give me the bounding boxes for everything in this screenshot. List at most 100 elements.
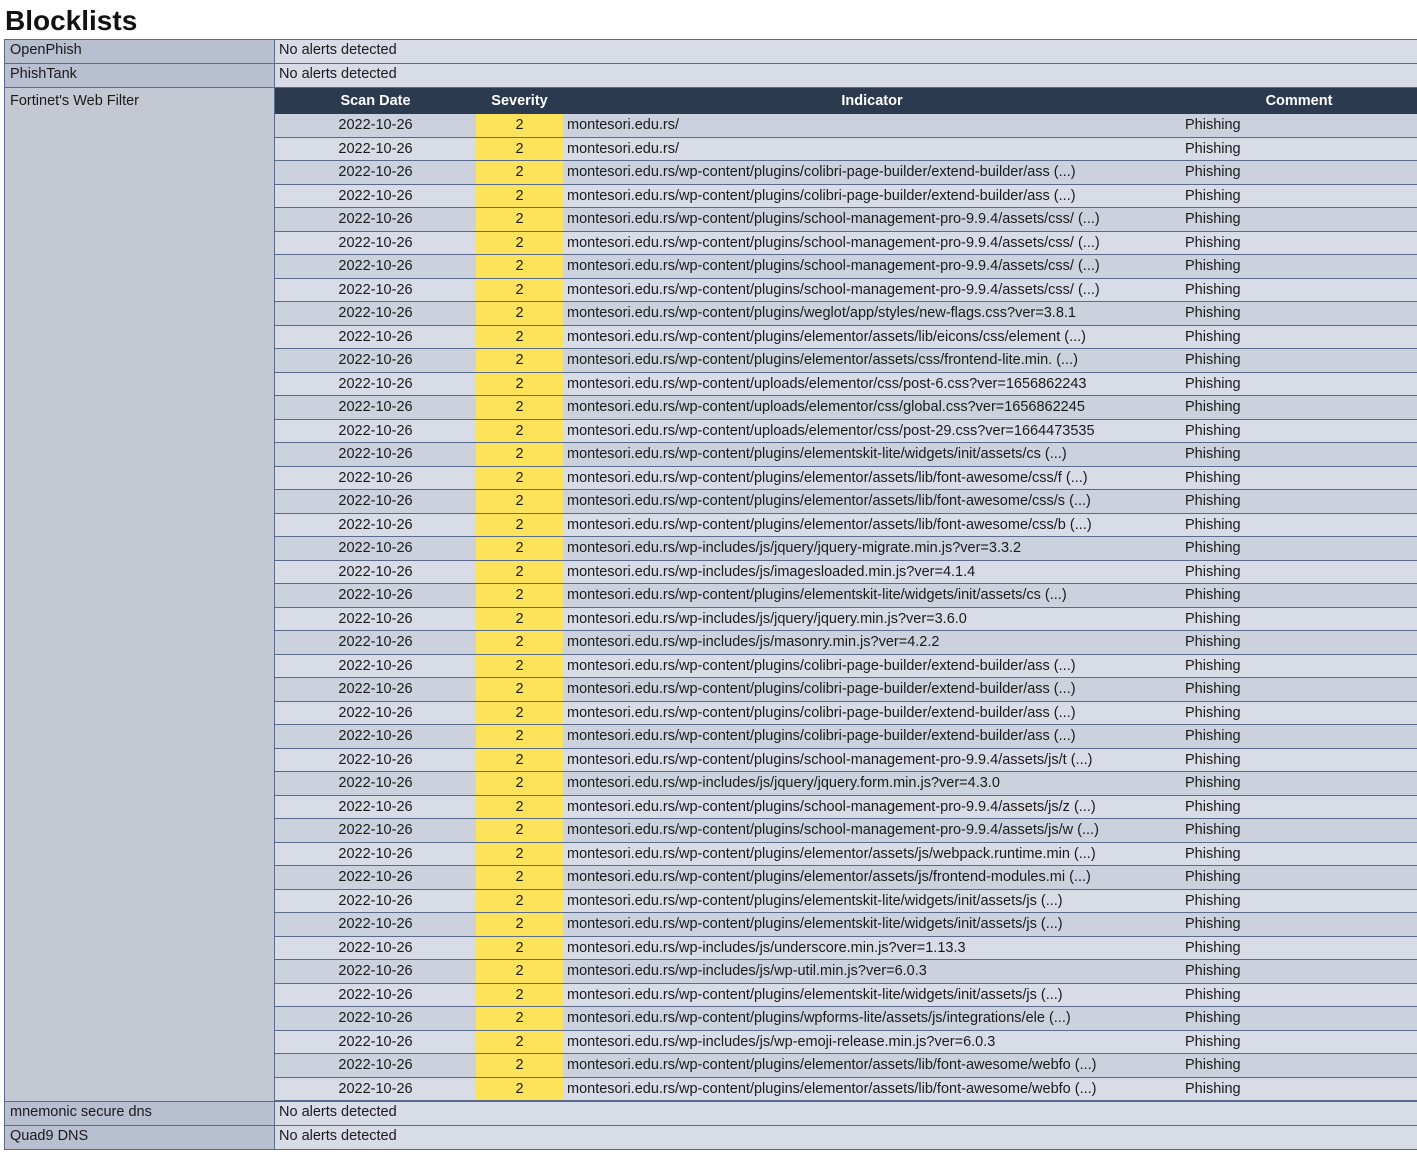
severity-cell: 2 xyxy=(476,842,563,866)
severity-cell: 2 xyxy=(476,536,563,561)
severity-cell: 2 xyxy=(476,442,563,467)
scan-date-cell: 2022-10-26 xyxy=(275,137,476,161)
column-header-severity[interactable]: Severity xyxy=(476,88,563,114)
severity-cell: 2 xyxy=(476,372,563,396)
table-row: 2022-10-26 2 montesori.edu.rs/wp-content/p… xyxy=(275,795,1417,819)
table-row: 2022-10-26 2 montesori.edu.rs/wp-includes/… xyxy=(275,771,1417,796)
source-row-openphish: OpenPhish No alerts detected xyxy=(4,39,1417,64)
scan-date-cell: 2022-10-26 xyxy=(275,207,476,232)
scan-date-cell: 2022-10-26 xyxy=(275,231,476,255)
indicator-cell: montesori.edu.rs/wp-content/plugins/coli… xyxy=(563,724,1181,749)
severity-cell: 2 xyxy=(476,583,563,608)
table-row: 2022-10-26 2 montesori.edu.rs/wp-content/p… xyxy=(275,1077,1417,1101)
severity-cell: 2 xyxy=(476,160,563,185)
severity-cell: 2 xyxy=(476,301,563,326)
source-name: Quad9 DNS xyxy=(4,1125,275,1150)
scan-date-cell: 2022-10-26 xyxy=(275,724,476,749)
comment-cell: Phishing xyxy=(1181,724,1417,749)
comment-cell: Phishing xyxy=(1181,536,1417,561)
severity-cell: 2 xyxy=(476,114,563,138)
scan-date-cell: 2022-10-26 xyxy=(275,795,476,819)
severity-cell: 2 xyxy=(476,912,563,937)
indicator-cell: montesori.edu.rs/wp-content/plugins/wegl… xyxy=(563,301,1181,326)
severity-cell: 2 xyxy=(476,1030,563,1054)
scan-date-cell: 2022-10-26 xyxy=(275,1006,476,1031)
table-row: 2022-10-26 2 montesori.edu.rs/wp-content/p… xyxy=(275,724,1417,749)
source-name: OpenPhish xyxy=(4,39,275,64)
indicator-cell: montesori.edu.rs/wp-content/plugins/elem… xyxy=(563,889,1181,913)
severity-cell: 2 xyxy=(476,207,563,232)
table-row: 2022-10-26 2 montesori.edu.rs/wp-includes/… xyxy=(275,607,1417,631)
table-row: 2022-10-26 2 montesori.edu.rs/wp-content/u… xyxy=(275,419,1417,443)
scan-date-cell: 2022-10-26 xyxy=(275,818,476,843)
comment-cell: Phishing xyxy=(1181,842,1417,866)
comment-cell: Phishing xyxy=(1181,630,1417,655)
severity-cell: 2 xyxy=(476,818,563,843)
table-row: 2022-10-26 2 montesori.edu.rs/wp-content/p… xyxy=(275,466,1417,490)
comment-cell: Phishing xyxy=(1181,513,1417,537)
table-row: 2022-10-26 2 montesori.edu.rs/wp-content/p… xyxy=(275,513,1417,537)
scan-date-cell: 2022-10-26 xyxy=(275,842,476,866)
scan-date-cell: 2022-10-26 xyxy=(275,865,476,890)
scan-date-cell: 2022-10-26 xyxy=(275,1077,476,1101)
severity-cell: 2 xyxy=(476,513,563,537)
severity-cell: 2 xyxy=(476,654,563,678)
table-row: 2022-10-26 2 montesori.edu.rs/wp-content/p… xyxy=(275,818,1417,843)
indicator-cell: montesori.edu.rs/wp-includes/js/jquery/j… xyxy=(563,607,1181,631)
table-row: 2022-10-26 2 montesori.edu.rs/wp-content/p… xyxy=(275,654,1417,678)
indicator-cell: montesori.edu.rs/wp-content/uploads/elem… xyxy=(563,372,1181,396)
severity-cell: 2 xyxy=(476,348,563,373)
comment-cell: Phishing xyxy=(1181,114,1417,138)
fortinet-results: Scan Date Severity Indicator Comment 202… xyxy=(274,87,1417,1102)
comment-cell: Phishing xyxy=(1181,959,1417,984)
scan-date-cell: 2022-10-26 xyxy=(275,959,476,984)
table-row: 2022-10-26 2 montesori.edu.rs/wp-content/p… xyxy=(275,748,1417,772)
indicator-cell: montesori.edu.rs/wp-content/uploads/elem… xyxy=(563,395,1181,420)
table-row: 2022-10-26 2 montesori.edu.rs/wp-content/p… xyxy=(275,348,1417,373)
scan-date-cell: 2022-10-26 xyxy=(275,348,476,373)
scan-date-cell: 2022-10-26 xyxy=(275,560,476,584)
table-row: 2022-10-26 2 montesori.edu.rs/wp-content/u… xyxy=(275,372,1417,396)
table-row: 2022-10-26 2 montesori.edu.rs/wp-includes/… xyxy=(275,959,1417,984)
scan-date-cell: 2022-10-26 xyxy=(275,1053,476,1078)
scan-date-cell: 2022-10-26 xyxy=(275,630,476,655)
column-header-scan-date[interactable]: Scan Date xyxy=(275,88,476,114)
comment-cell: Phishing xyxy=(1181,395,1417,420)
table-row: 2022-10-26 2 montesori.edu.rs/Phishing xyxy=(275,137,1417,161)
scan-date-cell: 2022-10-26 xyxy=(275,536,476,561)
indicator-cell: montesori.edu.rs/wp-content/plugins/coli… xyxy=(563,677,1181,702)
comment-cell: Phishing xyxy=(1181,936,1417,960)
severity-cell: 2 xyxy=(476,959,563,984)
source-row-phishtank: PhishTank No alerts detected xyxy=(4,63,1417,88)
indicator-cell: montesori.edu.rs/wp-content/plugins/wpfo… xyxy=(563,1006,1181,1031)
indicator-cell: montesori.edu.rs/wp-content/plugins/elem… xyxy=(563,1077,1181,1101)
comment-cell: Phishing xyxy=(1181,771,1417,796)
indicator-cell: montesori.edu.rs/wp-includes/js/undersco… xyxy=(563,936,1181,960)
comment-cell: Phishing xyxy=(1181,795,1417,819)
comment-cell: Phishing xyxy=(1181,160,1417,185)
comment-cell: Phishing xyxy=(1181,1006,1417,1031)
severity-cell: 2 xyxy=(476,983,563,1007)
comment-cell: Phishing xyxy=(1181,912,1417,937)
column-header-indicator[interactable]: Indicator xyxy=(563,88,1181,114)
scan-date-cell: 2022-10-26 xyxy=(275,278,476,302)
indicator-cell: montesori.edu.rs/wp-content/plugins/coli… xyxy=(563,160,1181,185)
indicator-cell: montesori.edu.rs/wp-includes/js/jquery/j… xyxy=(563,771,1181,796)
severity-cell: 2 xyxy=(476,489,563,514)
scan-date-cell: 2022-10-26 xyxy=(275,771,476,796)
table-row: 2022-10-26 2 montesori.edu.rs/wp-includes/… xyxy=(275,1030,1417,1054)
comment-cell: Phishing xyxy=(1181,1053,1417,1078)
indicator-cell: montesori.edu.rs/wp-includes/js/imageslo… xyxy=(563,560,1181,584)
table-row: 2022-10-26 2 montesori.edu.rs/wp-content/p… xyxy=(275,278,1417,302)
severity-cell: 2 xyxy=(476,184,563,208)
scan-date-cell: 2022-10-26 xyxy=(275,748,476,772)
column-header-comment[interactable]: Comment xyxy=(1181,88,1417,114)
scan-date-cell: 2022-10-26 xyxy=(275,442,476,467)
severity-cell: 2 xyxy=(476,936,563,960)
table-row: 2022-10-26 2 montesori.edu.rs/wp-content/p… xyxy=(275,325,1417,349)
severity-cell: 2 xyxy=(476,466,563,490)
indicator-cell: montesori.edu.rs/wp-content/plugins/scho… xyxy=(563,748,1181,772)
table-row: 2022-10-26 2 montesori.edu.rs/wp-content/u… xyxy=(275,395,1417,420)
scan-date-cell: 2022-10-26 xyxy=(275,254,476,279)
indicator-cell: montesori.edu.rs/wp-includes/js/wp-emoji… xyxy=(563,1030,1181,1054)
